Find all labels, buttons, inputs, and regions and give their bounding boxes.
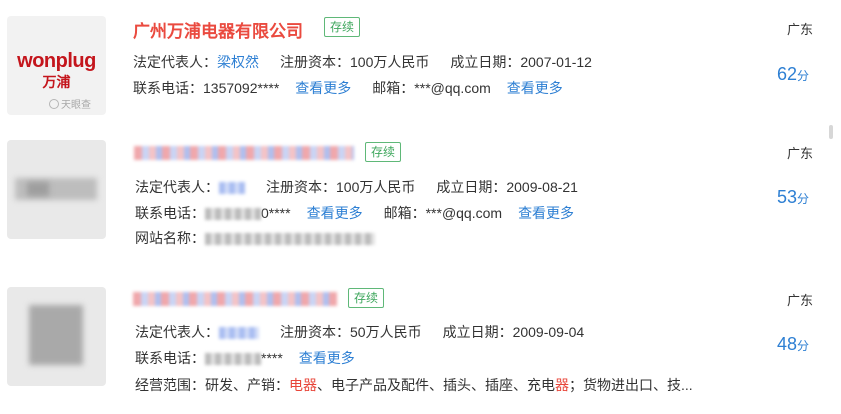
score-value: 53 xyxy=(777,187,798,207)
result-card: 存续 法定代表人： 注册资本：50万人民币 成立日期：2009-09-04 联系电话… xyxy=(0,270,841,414)
scope-text: 、电子产品及配件、插头、插座、充电 xyxy=(317,377,555,393)
capital-value: 50万人民币 xyxy=(350,324,422,340)
legal-rep-label: 法定代表人： xyxy=(135,179,219,195)
scope-highlight: 器 xyxy=(555,377,569,393)
email-label: 邮箱： xyxy=(372,80,415,96)
phone-more-link[interactable]: 查看更多 xyxy=(299,348,355,368)
website-value xyxy=(205,233,375,246)
legal-rep-label: 法定代表人： xyxy=(135,324,219,340)
phone-hidden xyxy=(205,208,261,221)
phone-label: 联系电话： xyxy=(135,205,205,221)
status-badge: 存续 xyxy=(324,17,361,37)
legal-rep-label: 法定代表人： xyxy=(133,54,217,70)
founded-label: 成立日期： xyxy=(450,54,521,70)
email-value: ***@qq.com xyxy=(414,80,491,96)
founded-value: 2007-01-12 xyxy=(520,54,592,70)
phone-label: 联系电话： xyxy=(133,80,203,96)
contact-row: 联系电话： 0**** 查看更多 邮箱：***@qq.com 查看更多 xyxy=(135,203,574,223)
scope-row: 经营范围：研发、产销：电器、电子产品及配件、插头、插座、充电器；货物进出口、技.… xyxy=(135,375,693,395)
capital-label: 注册资本： xyxy=(280,54,350,70)
founded-label: 成立日期： xyxy=(436,179,507,195)
score: 48分 xyxy=(777,334,809,355)
capital-label: 注册资本： xyxy=(266,179,336,195)
phone-value: 0**** xyxy=(261,205,291,221)
region-label: 广东 xyxy=(787,293,814,308)
score-unit: 分 xyxy=(797,69,810,83)
score-unit: 分 xyxy=(797,339,810,353)
company-name-link[interactable]: 广州万浦电器有限公司 xyxy=(133,17,303,42)
status-badge: 存续 xyxy=(365,142,402,162)
contact-row: 联系电话： **** 查看更多 xyxy=(135,348,355,368)
company-logo[interactable]: wonplug 万浦 天眼查 xyxy=(7,16,106,115)
scope-label: 经营范围： xyxy=(135,377,205,393)
region-label: 广东 xyxy=(787,146,814,161)
founded-label: 成立日期： xyxy=(442,324,513,340)
capital-value: 100万人民币 xyxy=(350,54,430,70)
company-logo[interactable] xyxy=(7,287,106,386)
watermark-icon xyxy=(49,98,59,109)
email-label: 邮箱： xyxy=(383,205,426,221)
legal-rep-link[interactable] xyxy=(219,182,245,195)
phone-hidden xyxy=(205,353,261,366)
phone-value: **** xyxy=(261,350,283,366)
phone-label: 联系电话： xyxy=(135,350,205,366)
region-label: 广东 xyxy=(787,22,814,37)
legal-rep-link[interactable] xyxy=(219,327,259,340)
logo-text-cn: 万浦 xyxy=(42,74,71,90)
score: 53分 xyxy=(777,187,809,208)
website-row: 网站名称： xyxy=(135,228,375,248)
company-name-link[interactable] xyxy=(134,146,354,160)
email-more-link[interactable]: 查看更多 xyxy=(507,78,563,98)
legal-rep-link[interactable]: 梁权然 xyxy=(217,52,259,72)
phone-more-link[interactable]: 查看更多 xyxy=(307,203,363,223)
result-card: wonplug 万浦 天眼查 广州万浦电器有限公司 存续 法定代表人：梁权然 注册… xyxy=(0,0,841,130)
email-more-link[interactable]: 查看更多 xyxy=(518,203,574,223)
logo-text-en: wonplug xyxy=(17,50,96,72)
phone-value: 1357092**** xyxy=(203,80,280,96)
scope-text: ；货物进出口、技... xyxy=(569,377,693,393)
founded-value: 2009-09-04 xyxy=(512,324,585,340)
contact-row: 联系电话：1357092**** 查看更多 邮箱：***@qq.com 查看更多 xyxy=(133,78,563,98)
score-value: 48 xyxy=(777,334,798,354)
info-row: 法定代表人： 注册资本：50万人民币 成立日期：2009-09-04 xyxy=(135,322,584,342)
email-value: ***@qq.com xyxy=(425,205,503,221)
website-label: 网站名称： xyxy=(135,230,205,246)
company-logo[interactable] xyxy=(7,140,106,239)
result-card: 存续 法定代表人： 注册资本：100万人民币 成立日期：2009-08-21 联系电… xyxy=(0,130,841,270)
score-unit: 分 xyxy=(797,192,810,206)
score-value: 62 xyxy=(777,64,798,84)
scope-highlight: 电器 xyxy=(289,377,317,393)
capital-value: 100万人民币 xyxy=(336,179,416,195)
scrollbar-thumb[interactable] xyxy=(829,125,833,139)
phone-more-link[interactable]: 查看更多 xyxy=(295,78,351,98)
company-name-link[interactable] xyxy=(133,292,337,306)
info-row: 法定代表人：梁权然 注册资本：100万人民币 成立日期：2007-01-12 xyxy=(133,52,592,72)
scope-text: 研发、产销： xyxy=(205,377,289,393)
founded-value: 2009-08-21 xyxy=(506,179,578,195)
watermark-text: 天眼查 xyxy=(61,100,91,111)
status-badge: 存续 xyxy=(348,288,385,308)
info-row: 法定代表人： 注册资本：100万人民币 成立日期：2009-08-21 xyxy=(135,177,578,197)
watermark: 天眼查 xyxy=(49,96,91,111)
capital-label: 注册资本： xyxy=(280,324,350,340)
score: 62分 xyxy=(777,64,809,85)
